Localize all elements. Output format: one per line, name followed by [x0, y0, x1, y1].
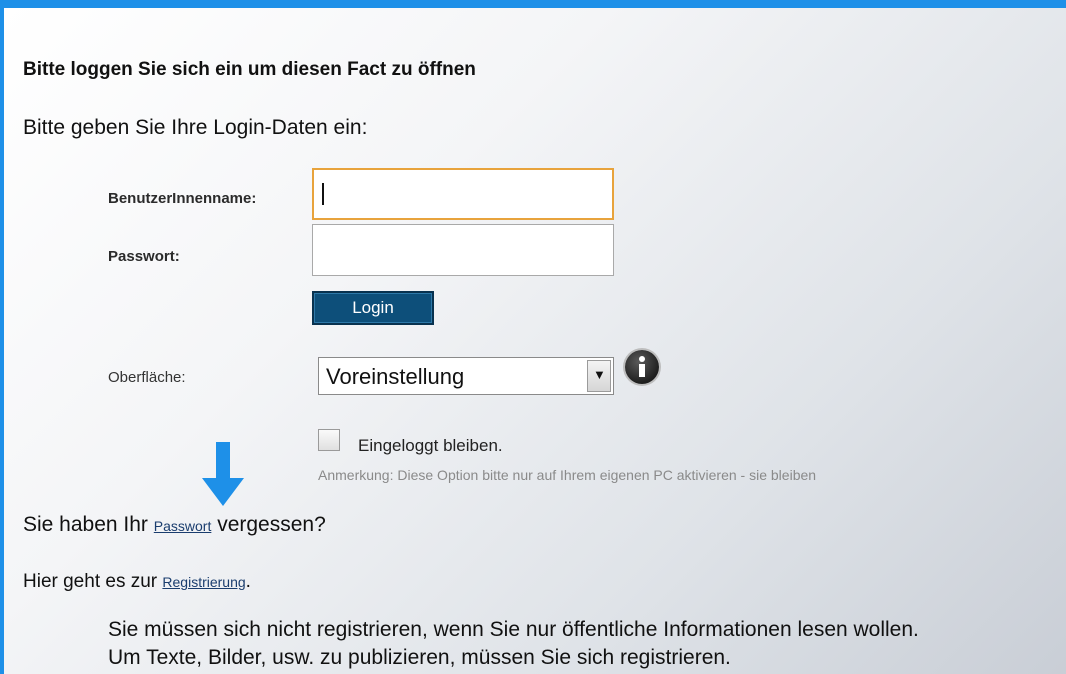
intro-text: Bitte geben Sie Ihre Login-Daten ein: — [23, 116, 368, 139]
remember-note: Anmerkung: Diese Option bitte nur auf Ih… — [318, 467, 817, 483]
remember-checkbox[interactable] — [318, 429, 340, 451]
remember-label: Eingeloggt bleiben. — [358, 436, 503, 455]
register-link[interactable]: Registrierung — [162, 574, 245, 590]
interface-selected-value: Voreinstellung — [326, 364, 465, 389]
interface-label: Oberfläche: — [108, 369, 186, 386]
password-input[interactable] — [312, 224, 614, 276]
interface-select[interactable]: Voreinstellung ▼ — [318, 357, 614, 395]
username-input[interactable] — [312, 168, 614, 220]
password-label: Passwort: — [108, 248, 180, 265]
forgot-password-text: Sie haben Ihr Passwort vergessen? — [23, 513, 326, 536]
register-text: Hier geht es zur Registrierung. — [23, 571, 251, 592]
info-line-2: Um Texte, Bilder, usw. zu publizieren, m… — [108, 646, 731, 669]
info-icon[interactable] — [625, 350, 659, 384]
down-arrow-icon — [202, 442, 244, 506]
chevron-down-icon: ▼ — [593, 367, 606, 382]
login-button[interactable]: Login — [312, 291, 434, 325]
page-heading: Bitte loggen Sie sich ein um diesen Fact… — [23, 59, 476, 80]
dropdown-arrow-button[interactable]: ▼ — [587, 360, 611, 392]
text-caret — [322, 183, 324, 205]
username-label: BenutzerInnenname: — [108, 190, 257, 207]
login-panel: Bitte loggen Sie sich ein um diesen Fact… — [0, 0, 1066, 674]
info-line-1: Sie müssen sich nicht registrieren, wenn… — [108, 618, 919, 641]
forgot-password-link[interactable]: Passwort — [154, 518, 212, 534]
